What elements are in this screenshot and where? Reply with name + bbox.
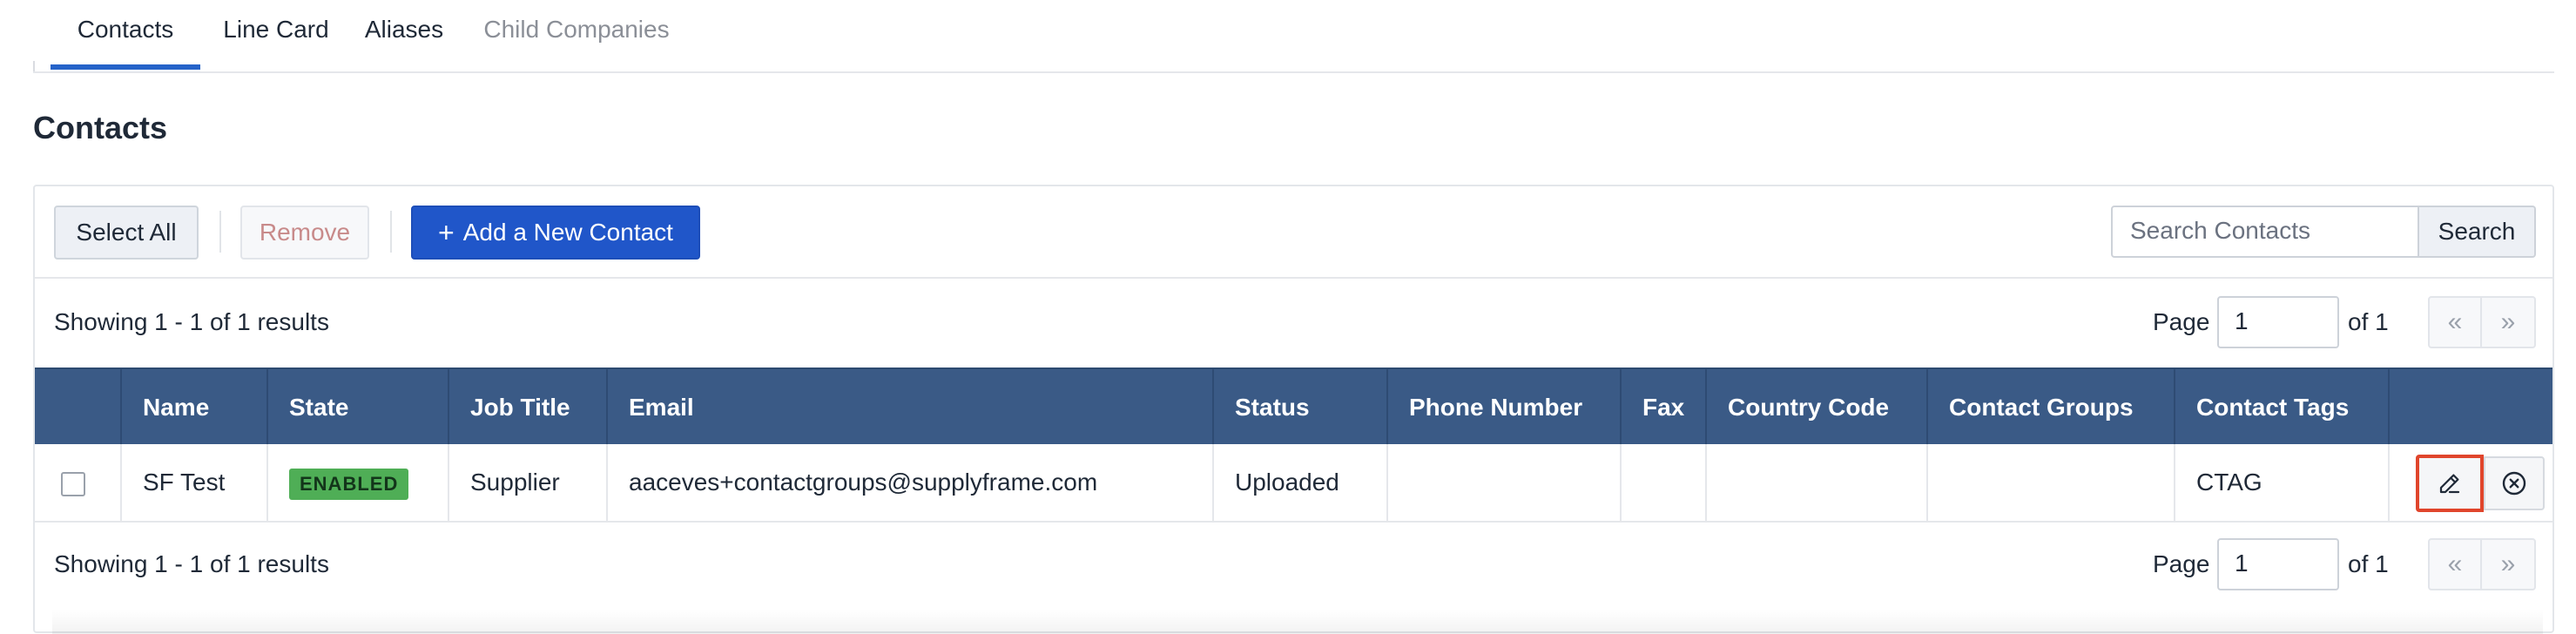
- search-input[interactable]: Search Contacts: [2111, 206, 2419, 258]
- header-fax[interactable]: Fax: [1620, 369, 1705, 446]
- divider: [35, 521, 2552, 523]
- tab-aliases[interactable]: Aliases: [352, 0, 456, 70]
- add-contact-label: Add a New Contact: [462, 219, 673, 246]
- last-page-button[interactable]: »: [2480, 296, 2536, 348]
- cell-country-code: [1705, 444, 1926, 521]
- toolbar-separator: [219, 211, 221, 253]
- row-checkbox[interactable]: [61, 472, 85, 496]
- page-number-input[interactable]: 1: [2217, 538, 2339, 590]
- page-label: Page: [2153, 550, 2210, 577]
- tab-child-companies: Child Companies: [483, 16, 670, 43]
- first-page-button[interactable]: «: [2428, 296, 2482, 348]
- header-job-title[interactable]: Job Title: [448, 369, 606, 446]
- divider: [35, 277, 2552, 279]
- header-contact-tags[interactable]: Contact Tags: [2174, 369, 2388, 446]
- select-all-button[interactable]: Select All: [54, 206, 199, 260]
- header-country-code[interactable]: Country Code: [1705, 369, 1926, 446]
- pencil-icon: [2439, 474, 2460, 494]
- table-row: SF Test ENABLED Supplier aaceves+contact…: [35, 444, 2552, 521]
- header-select: [35, 369, 120, 446]
- page-title: Contacts: [33, 110, 168, 145]
- header-actions: [2388, 369, 2552, 446]
- header-contact-groups[interactable]: Contact Groups: [1926, 369, 2174, 446]
- add-contact-button[interactable]: + Add a New Contact: [411, 206, 700, 260]
- page-number-input[interactable]: 1: [2217, 296, 2339, 348]
- close-circle-icon: [2502, 471, 2526, 496]
- search-button[interactable]: Search: [2419, 206, 2536, 258]
- page-total-label: of 1: [2348, 550, 2389, 577]
- remove-button[interactable]: Remove: [240, 206, 369, 260]
- plus-icon: +: [438, 216, 455, 248]
- tab-line-card[interactable]: Line Card: [214, 0, 338, 70]
- header-status[interactable]: Status: [1212, 369, 1386, 446]
- tab-bar: Contacts Line Card Aliases Child Compani…: [33, 0, 2554, 73]
- edit-contact-button[interactable]: [2416, 455, 2484, 512]
- cell-email: aaceves+contactgroups@supplyframe.com: [606, 444, 1212, 521]
- page-total-label: of 1: [2348, 308, 2389, 335]
- tab-contacts[interactable]: Contacts: [51, 0, 200, 70]
- cell-phone-number: [1386, 444, 1620, 521]
- cell-status: Uploaded: [1212, 444, 1386, 521]
- last-page-button[interactable]: »: [2480, 538, 2536, 590]
- header-email[interactable]: Email: [606, 369, 1212, 446]
- header-name[interactable]: Name: [120, 369, 266, 446]
- contacts-panel: Select All Remove + Add a New Contact Se…: [33, 185, 2554, 633]
- results-count-bottom: Showing 1 - 1 of 1 results: [54, 550, 329, 577]
- page-label: Page: [2153, 308, 2210, 335]
- row-select-cell: [35, 444, 120, 521]
- first-page-button[interactable]: «: [2428, 538, 2482, 590]
- results-count-top: Showing 1 - 1 of 1 results: [54, 308, 329, 335]
- cell-actions: [2388, 444, 2552, 521]
- tab-divider: [33, 61, 35, 71]
- cell-contact-tags: CTAG: [2174, 444, 2388, 521]
- cell-state: ENABLED: [266, 444, 448, 521]
- cell-fax: [1620, 444, 1705, 521]
- table-header: Name State Job Title Email Status Phone …: [35, 368, 2552, 446]
- cell-contact-groups: [1926, 444, 2174, 521]
- cell-name: SF Test: [120, 444, 266, 521]
- cell-job-title: Supplier: [448, 444, 606, 521]
- delete-contact-button[interactable]: [2484, 456, 2545, 510]
- toolbar-separator: [390, 211, 392, 253]
- header-phone-number[interactable]: Phone Number: [1386, 369, 1620, 446]
- status-badge: ENABLED: [289, 468, 409, 500]
- header-state[interactable]: State: [266, 369, 448, 446]
- panel-shadow: [52, 610, 2543, 634]
